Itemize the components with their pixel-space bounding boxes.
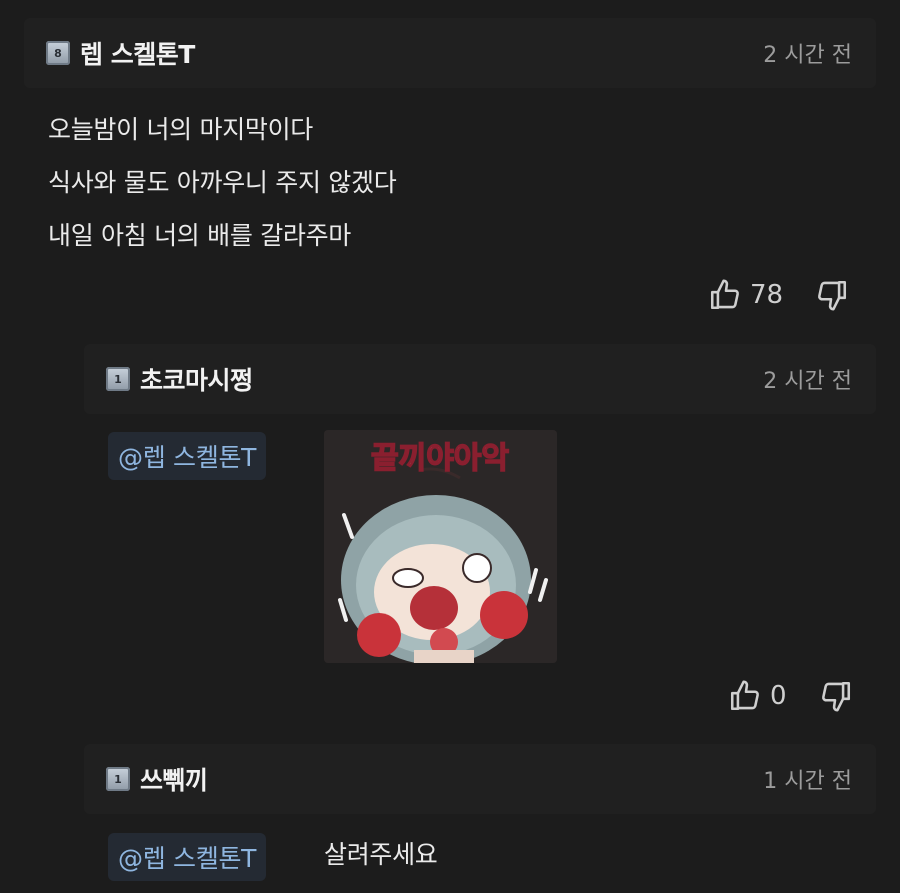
comment-actions: 78	[708, 278, 849, 312]
mention-link[interactable]: @렙 스켈톤T	[108, 833, 267, 881]
reply-body: 살려주세요	[324, 840, 438, 869]
reply-username[interactable]: 쓰뻮끼	[140, 761, 208, 797]
comment-time: 2 시간 전	[763, 43, 852, 68]
reply-header: 1 쓰뻮끼 1 시간 전	[84, 744, 876, 814]
sticker-caption: 끝끼야아악	[371, 441, 509, 476]
thumbs-down-icon[interactable]	[819, 679, 853, 713]
thumbs-up-icon[interactable]	[708, 278, 742, 312]
comment-header: 8 렙 스켈톤T 2 시간 전	[24, 18, 876, 88]
sticker-image: 끝끼야아악	[324, 430, 557, 663]
reply-header: 1 초코마시쩡 2 시간 전	[84, 344, 876, 414]
mention-link[interactable]: @렙 스켈톤T	[108, 432, 267, 480]
like-count: 78	[750, 280, 784, 310]
reply-actions: 0	[728, 679, 853, 713]
comment-username[interactable]: 렙 스켈톤T	[80, 35, 195, 71]
comment-body: 오늘밤이 너의 마지막이다 식사와 물도 아까우니 주지 않겠다 내일 아침 너…	[48, 103, 397, 262]
level-badge-icon: 8	[46, 41, 70, 65]
reply-time: 1 시간 전	[763, 769, 852, 794]
like-count: 0	[770, 681, 787, 711]
comment-line: 내일 아침 너의 배를 갈라주마	[48, 221, 351, 250]
thumbs-up-icon[interactable]	[728, 679, 762, 713]
reply-time: 2 시간 전	[763, 369, 852, 394]
comment-line: 오늘밤이 너의 마지막이다	[48, 115, 313, 144]
level-badge-icon: 1	[106, 767, 130, 791]
level-badge-icon: 1	[106, 367, 130, 391]
thumbs-down-icon[interactable]	[815, 278, 849, 312]
comment-line: 식사와 물도 아까우니 주지 않겠다	[48, 168, 397, 197]
reply-username[interactable]: 초코마시쩡	[140, 361, 253, 397]
